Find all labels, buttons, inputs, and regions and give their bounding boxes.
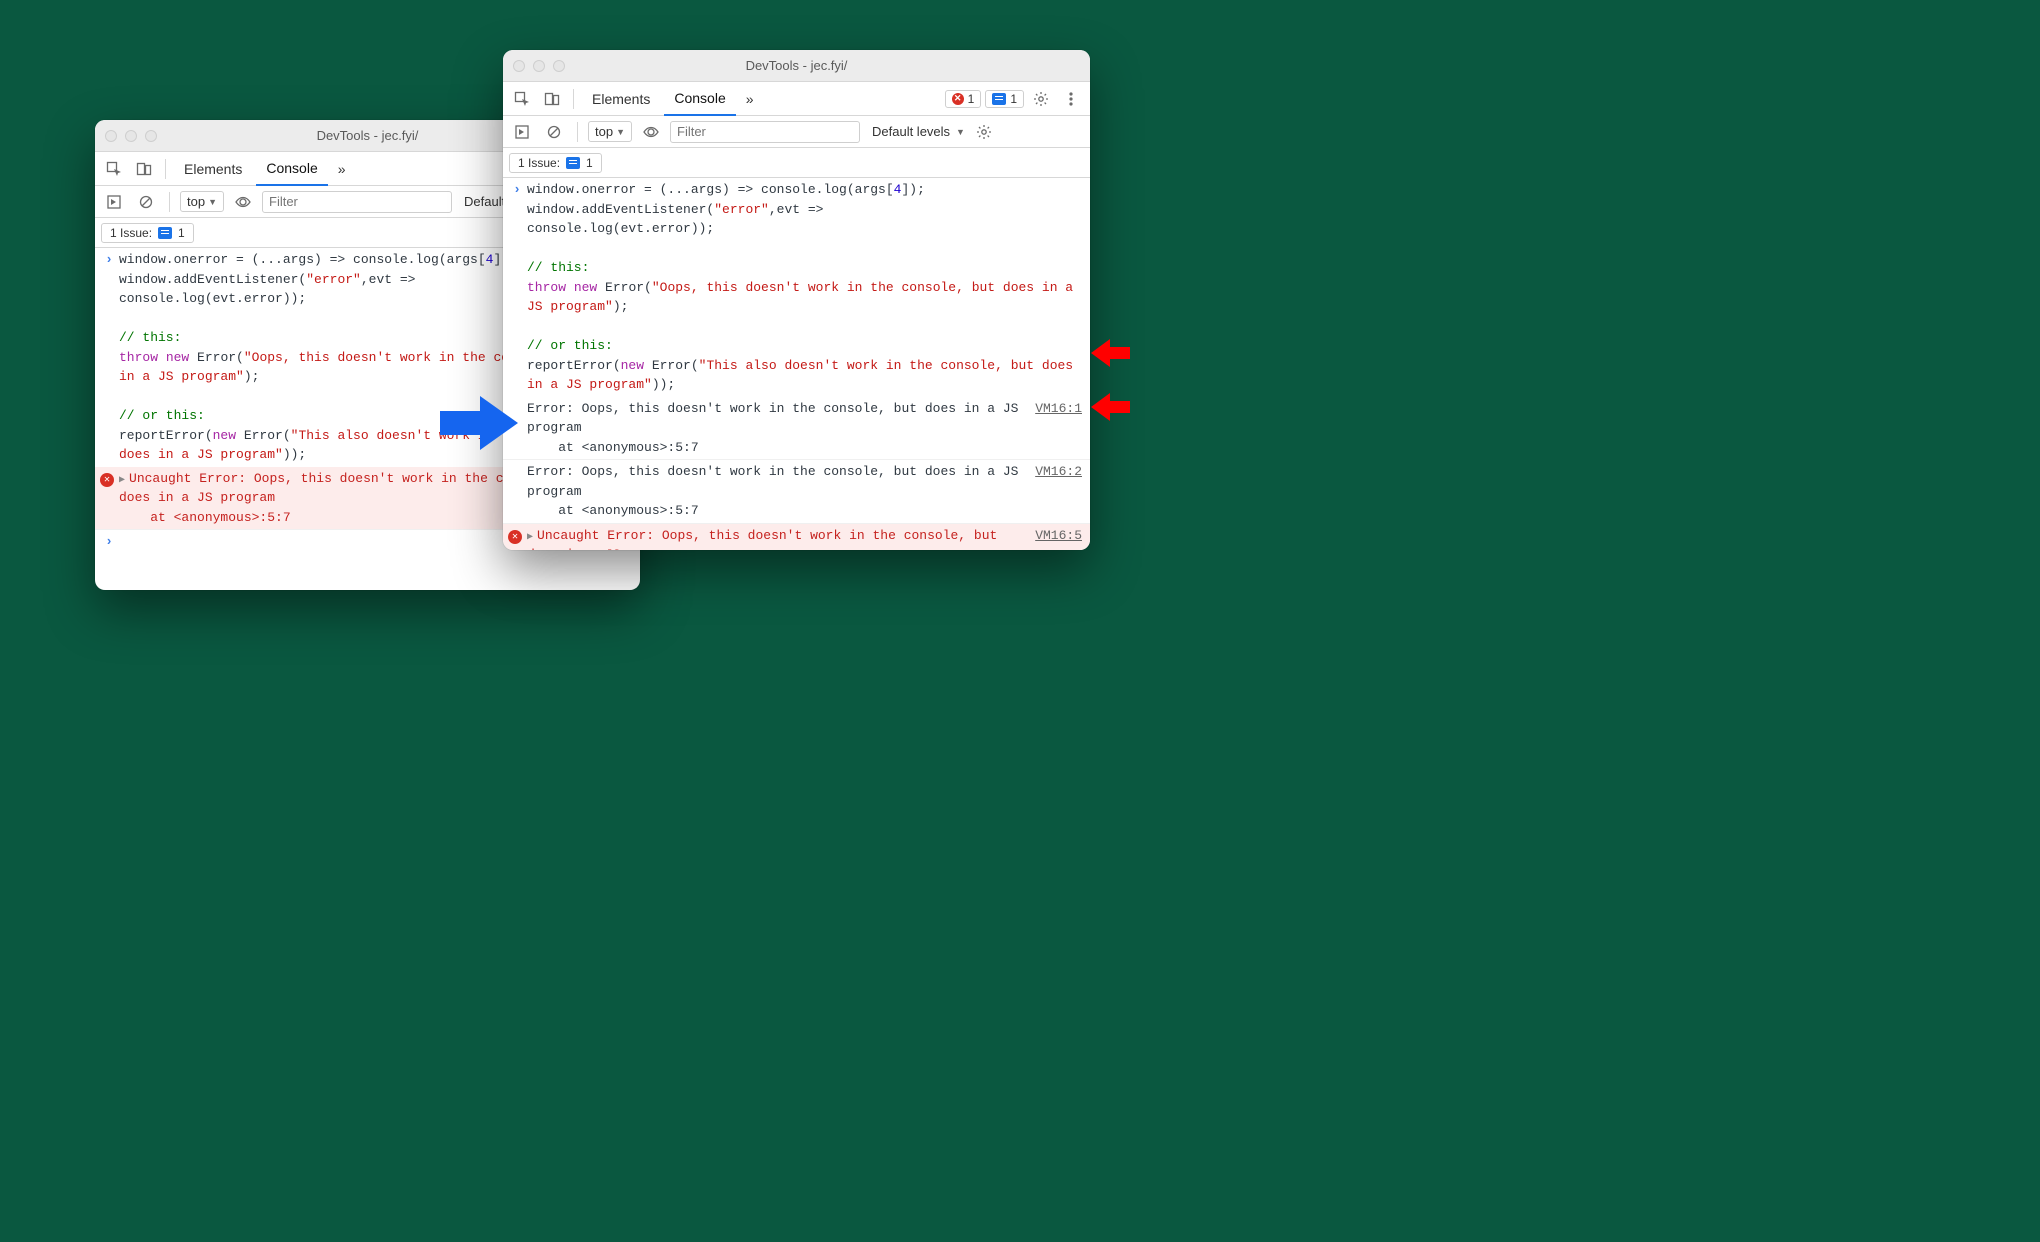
annotation-red-arrow-left bbox=[1090, 338, 1130, 368]
minimize-dot[interactable] bbox=[533, 60, 545, 72]
device-toolbar-icon[interactable] bbox=[539, 86, 565, 112]
filter-input[interactable] bbox=[670, 121, 860, 143]
divider bbox=[169, 192, 170, 212]
devtools-window-right: DevTools - jec.fyi/ Elements Console » ✕… bbox=[503, 50, 1090, 550]
tab-overflow[interactable]: » bbox=[740, 82, 760, 116]
zoom-dot[interactable] bbox=[553, 60, 565, 72]
minimize-dot[interactable] bbox=[125, 130, 137, 142]
source-link[interactable]: VM16:1 bbox=[1035, 399, 1082, 419]
tab-elements[interactable]: Elements bbox=[174, 152, 252, 186]
divider bbox=[573, 89, 574, 109]
panel-tabs: Elements Console » ✕1 1 bbox=[503, 82, 1090, 116]
settings-icon[interactable] bbox=[1028, 86, 1054, 112]
zoom-dot[interactable] bbox=[145, 130, 157, 142]
live-expression-icon[interactable] bbox=[638, 119, 664, 145]
message-icon bbox=[992, 93, 1006, 105]
log-text: Error: Oops, this doesn't work in the co… bbox=[527, 399, 1027, 458]
inspect-icon[interactable] bbox=[509, 86, 535, 112]
console-log-row[interactable]: Error: Oops, this doesn't work in the co… bbox=[503, 460, 1090, 524]
issues-pill[interactable]: 1 Issue: 1 bbox=[101, 223, 194, 243]
close-dot[interactable] bbox=[105, 130, 117, 142]
clear-console-icon[interactable] bbox=[541, 119, 567, 145]
filter-input[interactable] bbox=[262, 191, 452, 213]
window-title: DevTools - jec.fyi/ bbox=[503, 58, 1090, 73]
console-log-row[interactable]: Error: Oops, this doesn't work in the co… bbox=[503, 397, 1090, 461]
message-icon bbox=[158, 227, 172, 239]
tab-overflow[interactable]: » bbox=[332, 152, 352, 186]
prompt-icon: › bbox=[99, 250, 119, 270]
context-select[interactable]: top bbox=[588, 121, 632, 142]
source-link[interactable]: VM16:2 bbox=[1035, 462, 1082, 482]
log-text: Error: Oops, this doesn't work in the co… bbox=[527, 462, 1027, 521]
prompt-icon: › bbox=[507, 180, 527, 200]
tab-elements[interactable]: Elements bbox=[582, 82, 660, 116]
expand-triangle-icon[interactable]: ▶ bbox=[119, 475, 125, 486]
annotation-red-arrow-left bbox=[1090, 392, 1130, 422]
console-input-row: › window.onerror = (...args) => console.… bbox=[503, 178, 1090, 397]
toggle-sidebar-icon[interactable] bbox=[509, 119, 535, 145]
tab-console[interactable]: Console bbox=[664, 82, 735, 116]
levels-select[interactable]: Default levels bbox=[872, 124, 965, 139]
error-count-badge[interactable]: ✕1 bbox=[945, 90, 982, 108]
inspect-icon[interactable] bbox=[101, 156, 127, 182]
expand-triangle-icon[interactable]: ▶ bbox=[527, 532, 533, 543]
code-entry: window.onerror = (...args) => console.lo… bbox=[527, 180, 1082, 395]
divider bbox=[165, 159, 166, 179]
message-count-badge[interactable]: 1 bbox=[985, 90, 1024, 108]
window-controls bbox=[105, 130, 157, 142]
source-link[interactable]: VM16:5 bbox=[1035, 526, 1082, 546]
close-dot[interactable] bbox=[513, 60, 525, 72]
context-select[interactable]: top bbox=[180, 191, 224, 212]
tab-console[interactable]: Console bbox=[256, 152, 327, 186]
issues-bar: 1 Issue: 1 bbox=[503, 148, 1090, 178]
live-expression-icon[interactable] bbox=[230, 189, 256, 215]
issues-pill[interactable]: 1 Issue: 1 bbox=[509, 153, 602, 173]
console-toolbar: top Default levels bbox=[503, 116, 1090, 148]
message-icon bbox=[566, 157, 580, 169]
error-icon: ✕ bbox=[508, 530, 522, 544]
titlebar: DevTools - jec.fyi/ bbox=[503, 50, 1090, 82]
clear-console-icon[interactable] bbox=[133, 189, 159, 215]
console-output: › window.onerror = (...args) => console.… bbox=[503, 178, 1090, 550]
console-error-row[interactable]: ✕ ▶Uncaught Error: Oops, this doesn't wo… bbox=[503, 524, 1090, 551]
toggle-sidebar-icon[interactable] bbox=[101, 189, 127, 215]
device-toolbar-icon[interactable] bbox=[131, 156, 157, 182]
window-controls bbox=[513, 60, 565, 72]
more-icon[interactable] bbox=[1058, 86, 1084, 112]
divider bbox=[577, 122, 578, 142]
prompt-icon: › bbox=[99, 532, 119, 552]
error-icon: ✕ bbox=[100, 473, 114, 487]
error-text: Uncaught Error: Oops, this doesn't work … bbox=[527, 528, 1005, 551]
console-settings-icon[interactable] bbox=[971, 119, 997, 145]
